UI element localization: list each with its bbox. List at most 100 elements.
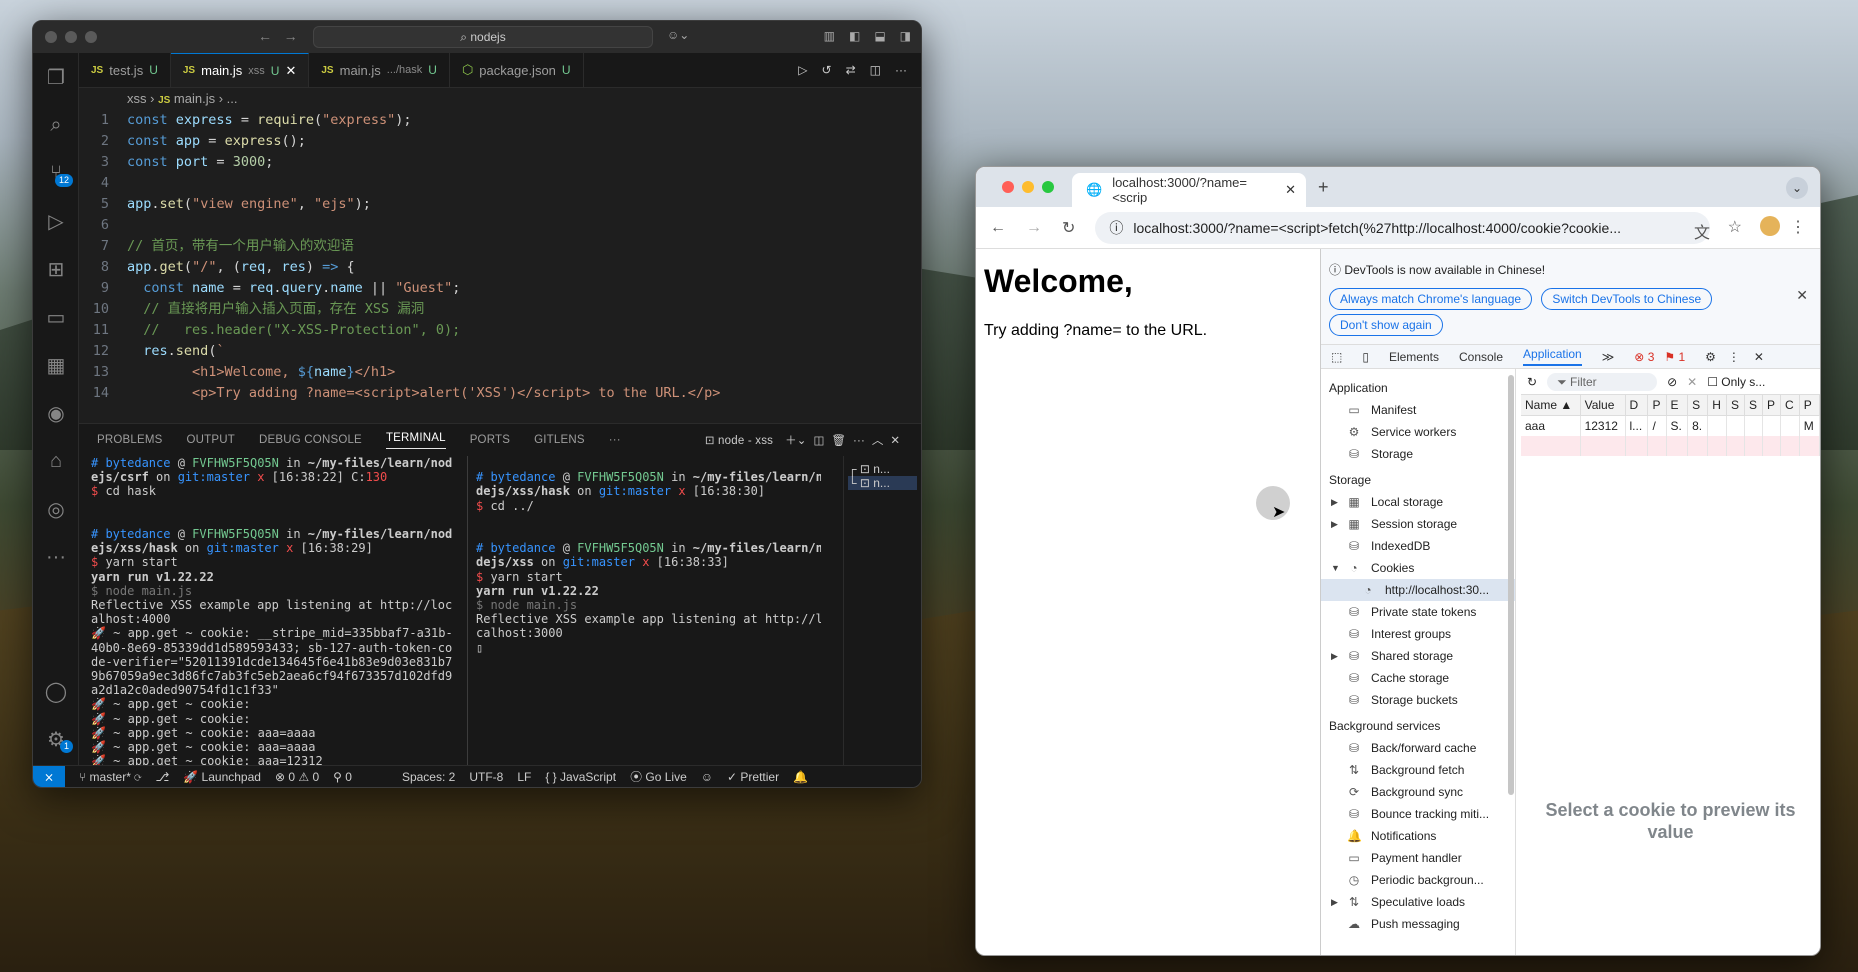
more-icon[interactable]: ··· (853, 435, 865, 447)
code-line[interactable]: 2 const app = express(); (79, 131, 921, 152)
terminal-pane-right[interactable]: # bytedance @ FVFHW5F5Q05N in ~/my-files… (476, 456, 821, 765)
sidebar-item[interactable]: ⛁ Bounce tracking miti... (1321, 803, 1515, 825)
trash-icon[interactable]: 🗑 (831, 435, 846, 447)
layout-icon[interactable]: ▥ (824, 29, 835, 43)
settings-gear-icon[interactable]: ⚙ 1 (33, 715, 79, 763)
avatar[interactable] (1760, 216, 1780, 236)
maximize-panel-icon[interactable]: ︿ (872, 435, 884, 447)
more-icon[interactable]: ··· (609, 434, 621, 446)
explorer-icon[interactable]: ❐ (33, 53, 79, 101)
tab-debug-console[interactable]: DEBUG CONSOLE (259, 434, 362, 446)
column-header[interactable]: D (1625, 395, 1649, 416)
terminal-pane-left[interactable]: # bytedance @ FVFHW5F5Q05N in ~/my-files… (91, 456, 461, 765)
code-line[interactable]: 13 <h1>Welcome, ${name}</h1> (79, 362, 921, 383)
clear-filtered-icon[interactable]: ⊘ (1667, 375, 1677, 389)
column-header[interactable]: C (1780, 395, 1800, 416)
tab-terminal[interactable]: TERMINAL (385, 432, 446, 449)
sidebar-item[interactable]: ⛁ Storage buckets (1321, 689, 1515, 711)
delete-icon[interactable]: ✕ (1687, 375, 1697, 389)
menu-kebab-icon[interactable]: ⋮ (1728, 350, 1740, 364)
indentation-status[interactable]: Spaces: 2 (402, 770, 455, 784)
problems-status[interactable]: ⊗ 0 ⚠ 0 (275, 770, 319, 784)
run-icon[interactable]: ▷ (798, 63, 807, 77)
go-live-status[interactable]: ⦿ Go Live (630, 768, 687, 785)
code-line[interactable]: 1 const express = require("express"); (79, 110, 921, 131)
gitlens-icon[interactable]: ◉ (33, 389, 79, 437)
tab-package-json[interactable]: ⬡ package.json U (450, 53, 584, 87)
sidebar-item[interactable]: ⛁ Private state tokens (1321, 601, 1515, 623)
copilot-status-icon[interactable]: ☺ (701, 770, 713, 784)
tab-problems[interactable]: PROBLEMS (97, 434, 163, 446)
sidebar-item[interactable]: ⟳ Background sync (1321, 781, 1515, 803)
close-devtools-icon[interactable]: ✕ (1754, 350, 1764, 364)
sidebar-item[interactable]: ▭ Payment handler (1321, 847, 1515, 869)
sidebar-item[interactable]: ⇅ Background fetch (1321, 759, 1515, 781)
filter-input[interactable]: ⏷ Filter (1547, 372, 1658, 391)
column-header[interactable]: Value (1580, 395, 1626, 416)
minimize-button[interactable] (1022, 181, 1034, 193)
tab-elements[interactable]: Elements (1389, 350, 1439, 364)
column-header[interactable]: H (1707, 395, 1727, 416)
reload-icon[interactable]: ↻ (1062, 218, 1075, 238)
language-status[interactable]: { } JavaScript (545, 770, 616, 784)
tab-test-js[interactable]: JS test.js U (79, 53, 171, 87)
code-line[interactable]: 8 app.get("/", (req, res) => { (79, 257, 921, 278)
terminal-divider[interactable] (467, 456, 468, 765)
expand-arrow-icon[interactable]: ▼ (1331, 563, 1340, 573)
toggle-panel-icon[interactable]: ⬓ (874, 29, 885, 43)
launchpad-status[interactable]: 🚀 Launchpad (183, 770, 261, 784)
issue-count[interactable]: ⚑ 1 (1664, 350, 1685, 364)
only-checkbox[interactable]: ☐ Only s... (1707, 375, 1765, 389)
tab-search-icon[interactable]: ⌄ (1786, 177, 1808, 199)
terminal-selector[interactable]: ⊡ node - xss (705, 433, 773, 447)
sidebar-item[interactable]: ⛁ Interest groups (1321, 623, 1515, 645)
search-icon[interactable]: ⌕ (33, 101, 79, 149)
remote-icon[interactable]: ⨯ (33, 765, 65, 787)
forward-icon[interactable]: → (1026, 219, 1042, 237)
column-header[interactable]: E (1666, 395, 1689, 416)
history-icon[interactable]: ↺ (822, 63, 832, 77)
encoding-status[interactable]: UTF-8 (469, 770, 503, 784)
code-line[interactable]: 5 app.set("view engine", "ejs"); (79, 194, 921, 215)
expand-arrow-icon[interactable]: ▶ (1331, 897, 1338, 908)
refresh-icon[interactable]: ↻ (1527, 375, 1537, 389)
column-header[interactable]: P (1647, 395, 1667, 416)
sidebar-item[interactable]: ▶ ▦ Local storage (1321, 491, 1515, 513)
gitlens-inspect-icon[interactable]: ⌂ (33, 437, 79, 485)
new-terminal-icon[interactable]: ＋⌄ (785, 435, 807, 447)
code-editor[interactable]: 1 const express = require("express"); 2 con… (79, 110, 921, 420)
match-language-button[interactable]: Always match Chrome's language (1329, 288, 1533, 310)
column-header[interactable]: P (1762, 395, 1782, 416)
timeline-icon[interactable]: ◎ (33, 485, 79, 533)
settings-gear-icon[interactable]: ⚙ (1705, 350, 1716, 364)
split-terminal-icon[interactable]: ◫ (813, 435, 824, 447)
column-header[interactable]: P (1799, 395, 1820, 416)
code-line[interactable]: 11 // res.header("X-XSS-Protection", 0); (79, 320, 921, 341)
toggle-sidebar-icon[interactable]: ◧ (849, 29, 860, 43)
prettier-status[interactable]: ✓ Prettier (727, 770, 779, 784)
copilot-icon[interactable]: ☺⌄ (667, 28, 689, 42)
sidebar-item[interactable]: ▶ ⛁ Shared storage (1321, 645, 1515, 667)
maximize-button[interactable] (85, 31, 97, 43)
tab-main-js-hask[interactable]: JS main.js .../hask U (309, 53, 450, 87)
code-line[interactable]: 9 const name = req.query.name || "Guest"… (79, 278, 921, 299)
minimize-button[interactable] (65, 31, 77, 43)
account-icon[interactable]: ◯ (33, 667, 79, 715)
sidebar-item[interactable]: ⚙ Service workers (1321, 421, 1515, 443)
source-control-icon[interactable]: ⑂ 12 (33, 149, 79, 197)
sidebar-item[interactable]: ⛁ Cache storage (1321, 667, 1515, 689)
expand-arrow-icon[interactable]: ▶ (1331, 651, 1338, 662)
tab-output[interactable]: OUTPUT (187, 434, 235, 446)
eol-status[interactable]: LF (517, 770, 531, 784)
maximize-button[interactable] (1042, 181, 1054, 193)
sidebar-item[interactable]: ▶ ⇅ Speculative loads (1321, 891, 1515, 913)
sidebar-item[interactable]: ⛁ Storage (1321, 443, 1515, 465)
expand-arrow-icon[interactable]: ▶ (1331, 497, 1338, 508)
table-row[interactable]: aaa 12312 l... / S. 8. M (1521, 415, 1820, 436)
command-center[interactable]: ⌕ nodejs (313, 26, 653, 48)
run-debug-icon[interactable]: ▷ (33, 197, 79, 245)
code-line[interactable]: 14 <p>Try adding ?name=<script>alert('XS… (79, 383, 921, 404)
close-button[interactable] (1002, 181, 1014, 193)
more-actions-icon[interactable]: ··· (895, 63, 907, 77)
expand-arrow-icon[interactable]: ▶ (1331, 519, 1338, 530)
